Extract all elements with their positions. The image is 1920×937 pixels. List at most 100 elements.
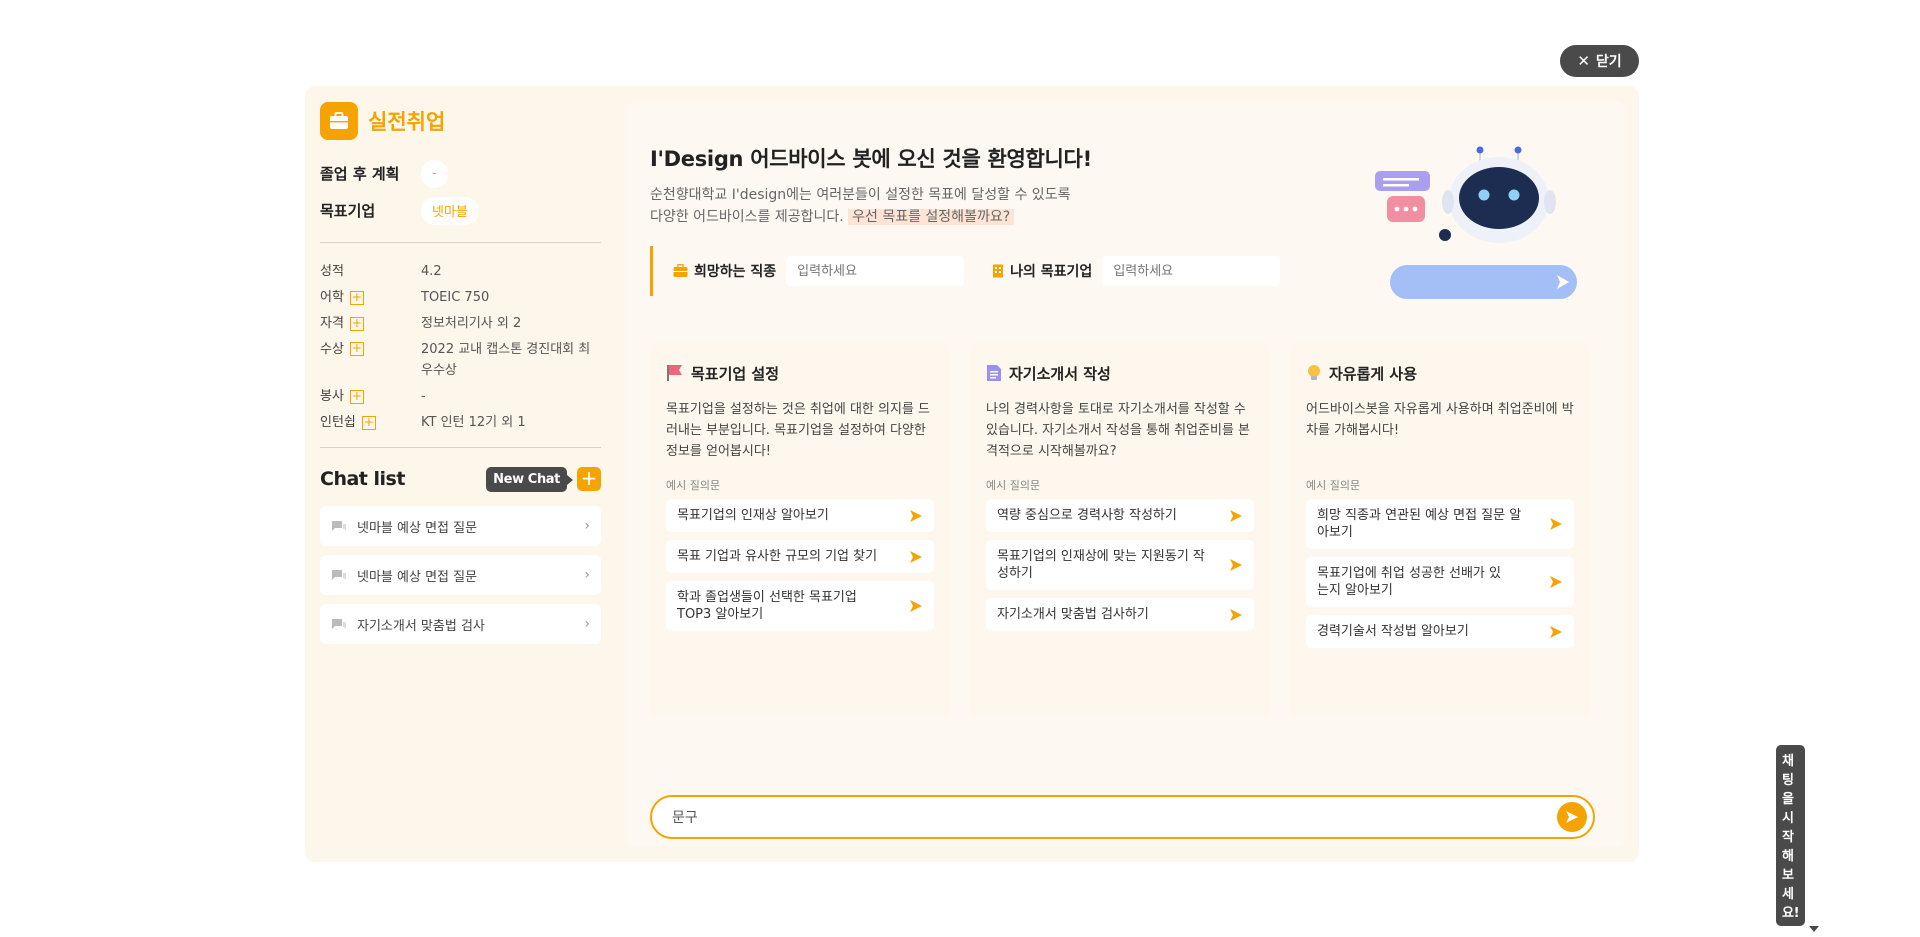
goal-bar: 희망하는 직종 나의 목표기업 <box>650 246 1290 296</box>
card-title-text: 자유롭게 사용 <box>1329 364 1418 383</box>
job-input[interactable] <box>786 256 965 286</box>
divider <box>320 447 601 448</box>
send-arrow-icon <box>1550 625 1562 638</box>
plan-value-pill[interactable]: 넷마블 <box>421 196 479 225</box>
example-label: 예시 질의문 <box>666 479 721 492</box>
plan-label: 목표기업 <box>320 202 376 220</box>
question-text: 목표기업에 취업 성공한 선배가 있는지 알아보기 <box>1317 566 1501 598</box>
spec-label: 어학 <box>320 290 344 305</box>
question-text: 목표기업의 인재상에 맞는 지원동기 작성하기 <box>997 549 1205 581</box>
add-icon[interactable]: + <box>349 316 364 331</box>
plan-label: 졸업 후 계획 <box>320 165 400 183</box>
spec-row: 자격 + 정보처리기사 외 2 <box>320 313 601 334</box>
example-question[interactable]: 목표기업의 인재상에 맞는 지원동기 작성하기 <box>986 540 1254 590</box>
desc-line: 다양한 어드바이스를 제공합니다. <box>650 209 844 225</box>
question-text: 역량 중심으로 경력사항 작성하기 <box>997 508 1177 523</box>
question-text: 경력기술서 작성법 알아보기 <box>1317 624 1469 639</box>
feature-card: 자유롭게 사용 어드바이스봇을 자유롭게 사용하며 취업준비에 박차를 가해봅시… <box>1290 342 1590 717</box>
send-arrow-icon <box>1230 608 1242 621</box>
advice-bot-modal: 실전취업 졸업 후 계획 - 목표기업 넷마블 성적 4.2 어학 + TOEIC… <box>305 86 1820 932</box>
card-description: 목표기업을 설정하는 것은 취업에 대한 의지를 드러내는 부분입니다. 목표기… <box>666 402 930 459</box>
question-text: 학과 졸업생들이 선택한 목표기업 TOP3 알아보기 <box>677 590 857 622</box>
chat-list-header: Chat list New Chat + <box>320 464 601 494</box>
spec-row: 봉사 + - <box>320 386 601 407</box>
spec-value: 4.2 <box>421 264 442 279</box>
send-arrow-icon <box>1550 576 1562 588</box>
question-text: 목표기업의 인재상 알아보기 <box>677 508 829 523</box>
plan-row-target-company: 목표기업 넷마블 <box>320 192 601 229</box>
spec-value: 2022 교내 캡스톤 경진대회 최우수상 <box>421 342 591 378</box>
chat-list-item[interactable]: 넷마블 예상 면접 질문 › <box>320 555 601 595</box>
card-title: 자기소개서 작성 <box>986 362 1254 384</box>
chevron-right-icon: › <box>584 616 590 632</box>
send-arrow-icon <box>1550 518 1562 530</box>
chat-item-label: 넷마블 예상 면접 질문 <box>357 520 478 536</box>
job-label-group: 희망하는 직종 <box>673 261 776 281</box>
chat-list-title: Chat list <box>320 468 405 490</box>
robot-illustration <box>1375 146 1577 299</box>
close-icon: ✕ <box>1577 52 1590 70</box>
add-icon[interactable]: + <box>349 290 364 305</box>
spec-row: 성적 4.2 <box>320 261 601 282</box>
send-arrow-icon <box>1230 559 1242 571</box>
spec-value: TOEIC 750 <box>421 290 490 305</box>
send-arrow-icon <box>910 550 922 563</box>
spec-list: 성적 4.2 어학 + TOEIC 750 자격 + 정보처리기사 외 2 수상 + … <box>320 261 601 433</box>
chat-list-item[interactable]: 넷마블 예상 면접 질문 › <box>320 506 601 546</box>
chat-bubble-icon <box>332 619 346 629</box>
example-question[interactable]: 학과 졸업생들이 선택한 목표기업 TOP3 알아보기 <box>666 581 934 631</box>
company-label-group: 나의 목표기업 <box>992 261 1092 281</box>
example-question[interactable]: 희망 직종과 연관된 예상 면접 질문 알아보기 <box>1306 499 1574 549</box>
new-chat-tooltip: New Chat <box>486 466 573 492</box>
example-question[interactable]: 목표기업에 취업 성공한 선배가 있는지 알아보기 <box>1306 557 1574 607</box>
brand: 실전취업 <box>320 102 601 140</box>
card-title-text: 목표기업 설정 <box>691 364 780 383</box>
add-icon[interactable]: + <box>349 342 364 356</box>
close-button[interactable]: ✕ 닫기 <box>1560 45 1639 77</box>
brand-title: 실전취업 <box>368 110 446 134</box>
example-question[interactable]: 경력기술서 작성법 알아보기 <box>1306 615 1574 648</box>
company-input[interactable] <box>1102 256 1281 286</box>
spec-value: KT 인턴 12기 외 1 <box>421 415 526 430</box>
plan-row-graduation: 졸업 후 계획 - <box>320 155 601 192</box>
card-title: 목표기업 설정 <box>666 362 934 384</box>
close-label: 닫기 <box>1595 54 1622 70</box>
add-icon[interactable]: + <box>349 389 364 404</box>
send-arrow-icon <box>910 600 922 612</box>
desc-line: 순천향대학교 I'design에는 여러분들이 설정한 목표에 달성할 수 있도… <box>650 187 1071 203</box>
plan-value-pill[interactable]: - <box>421 159 448 188</box>
flag-icon <box>667 365 682 381</box>
example-question[interactable]: 역량 중심으로 경력사항 작성하기 <box>986 499 1254 532</box>
question-text: 희망 직종과 연관된 예상 면접 질문 알아보기 <box>1317 508 1522 540</box>
question-text: 목표 기업과 유사한 규모의 기업 찾기 <box>677 549 878 564</box>
example-question[interactable]: 목표 기업과 유사한 규모의 기업 찾기 <box>666 540 934 573</box>
send-arrow-icon <box>910 509 922 522</box>
add-icon[interactable]: + <box>361 415 376 430</box>
spec-row: 어학 + TOEIC 750 <box>320 287 601 308</box>
send-button[interactable] <box>1557 802 1587 832</box>
welcome-title: I'Design 어드바이스 봇에 오신 것을 환영합니다! <box>650 147 1092 171</box>
document-icon <box>987 365 1001 381</box>
main-panel: I'Design 어드바이스 봇에 오신 것을 환영합니다! 순천향대학교 I'… <box>625 102 1820 932</box>
chat-input[interactable] <box>672 809 1557 825</box>
spec-value: 정보처리기사 외 2 <box>421 316 522 331</box>
chat-list-item[interactable]: 자기소개서 맞춤법 검사 › <box>320 604 601 644</box>
example-question[interactable]: 목표기업의 인재상 알아보기 <box>666 499 934 532</box>
example-question[interactable]: 자기소개서 맞춤법 검사하기 <box>986 598 1254 631</box>
example-label: 예시 질의문 <box>986 479 1041 492</box>
spec-label: 봉사 <box>320 389 344 404</box>
spec-label: 자격 <box>320 316 344 331</box>
chat-input-box <box>650 795 1595 839</box>
chevron-right-icon: › <box>584 567 590 583</box>
company-label: 나의 목표기업 <box>1010 264 1093 280</box>
new-chat-button[interactable]: + <box>577 467 601 491</box>
chat-item-label: 넷마블 예상 면접 질문 <box>357 569 478 585</box>
example-label: 예시 질의문 <box>1306 479 1361 492</box>
lightbulb-icon <box>1308 365 1320 380</box>
sidebar: 실전취업 졸업 후 계획 - 목표기업 넷마블 성적 4.2 어학 + TOEIC… <box>320 102 601 644</box>
feature-card: 목표기업 설정 목표기업을 설정하는 것은 취업에 대한 의지를 드러내는 부분… <box>650 342 950 717</box>
feature-card: 자기소개서 작성 나의 경력사항을 토대로 자기소개서를 작성할 수 있습니다.… <box>970 342 1270 717</box>
chat-bubble-icon <box>332 521 346 531</box>
card-title-text: 자기소개서 작성 <box>1009 364 1111 383</box>
spec-label: 성적 <box>320 264 344 279</box>
